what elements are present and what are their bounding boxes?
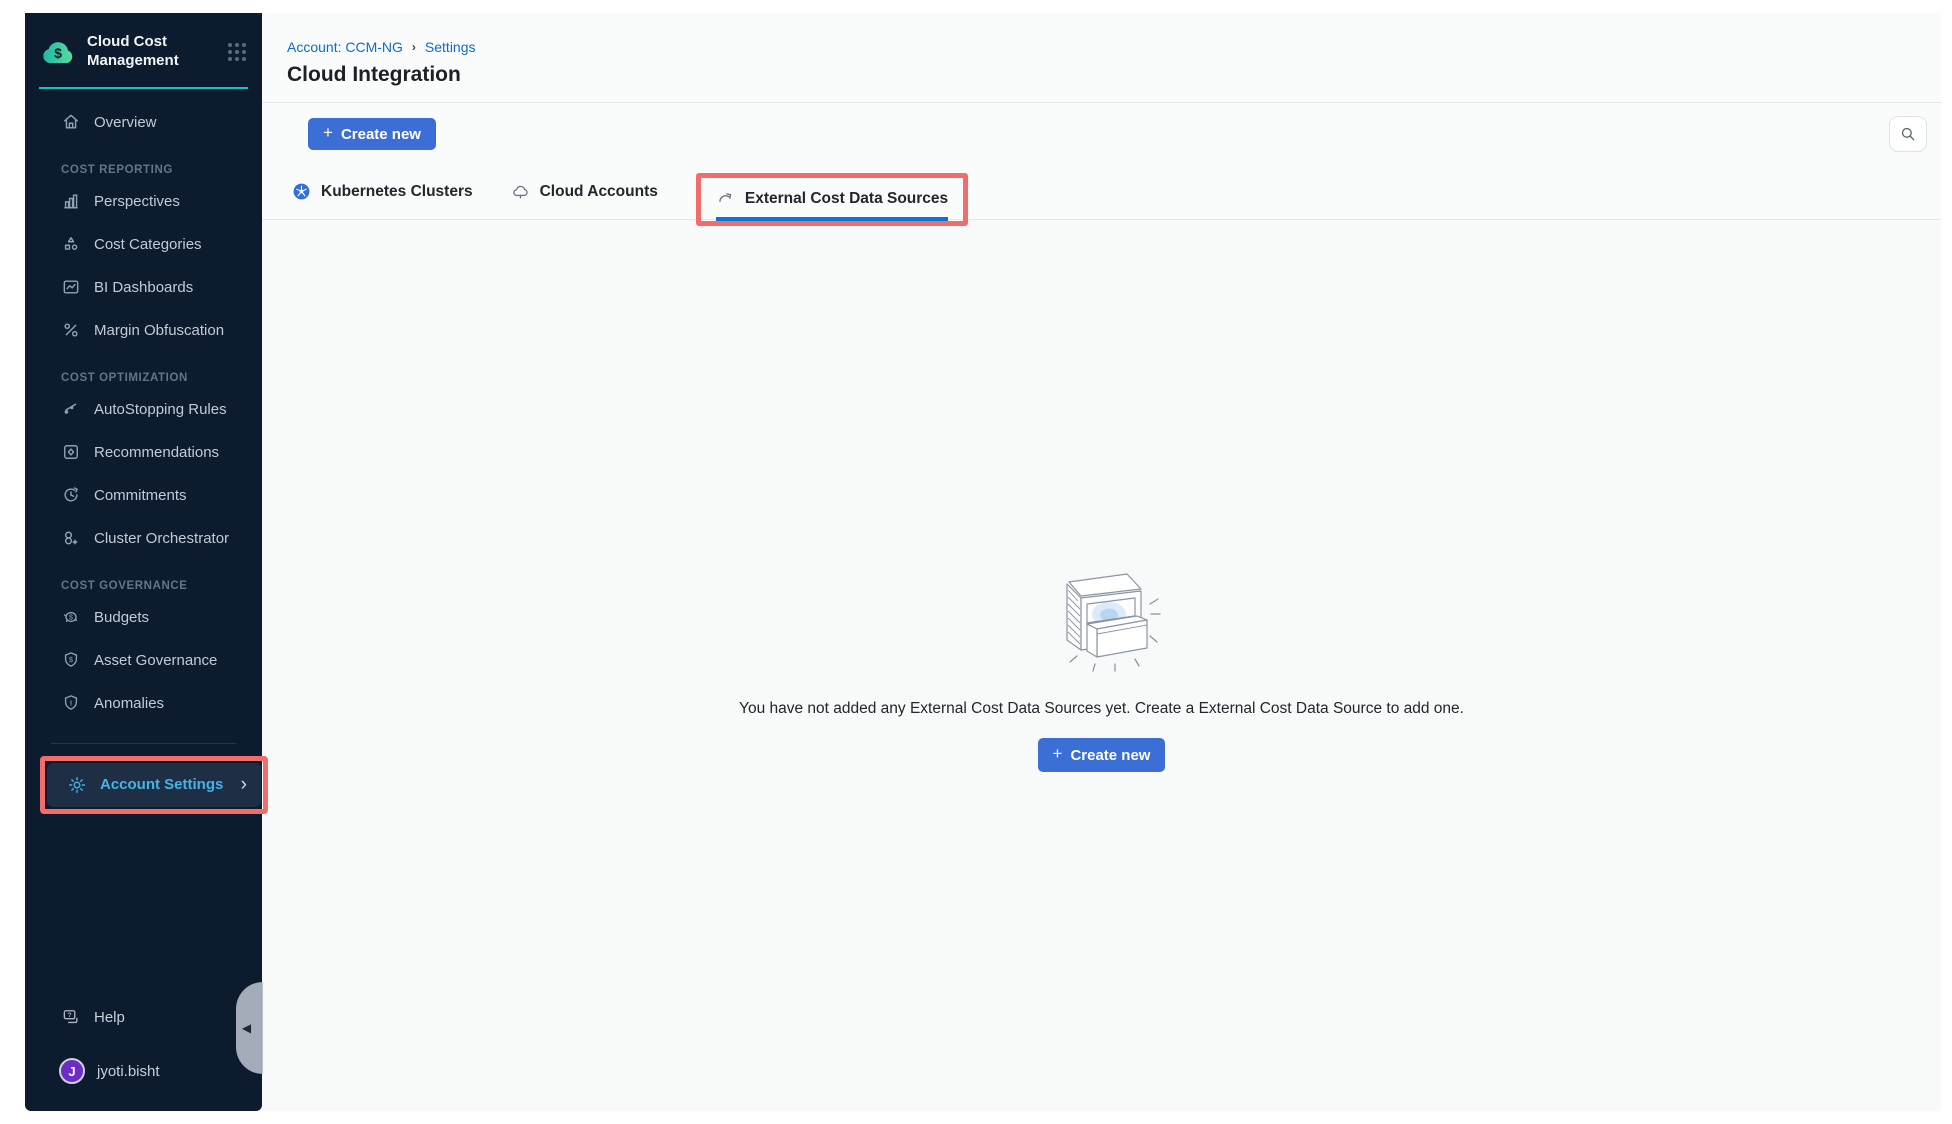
bar-chart-icon: [61, 191, 81, 211]
svg-text:$: $: [69, 614, 73, 622]
create-new-button-top[interactable]: + Create new: [308, 118, 436, 150]
sidebar-item-label: BI Dashboards: [94, 279, 193, 296]
help-button[interactable]: ? Help: [37, 997, 250, 1037]
sidebar-item-cost-categories[interactable]: Cost Categories: [37, 223, 250, 266]
tab-kubernetes-clusters[interactable]: Kubernetes Clusters: [292, 182, 473, 201]
recommendations-icon: [61, 442, 81, 462]
sidebar-item-label: Margin Obfuscation: [94, 322, 224, 339]
username: jyoti.bisht: [97, 1063, 160, 1080]
tabs-row: Kubernetes Clusters Cloud Accounts Exter…: [262, 164, 1941, 220]
sidebar-item-label: Overview: [94, 114, 157, 131]
help-label: Help: [94, 1009, 125, 1026]
help-chat-icon: ?: [61, 1007, 81, 1027]
sidebar: $ Cloud Cost Management Overview COST RE…: [25, 13, 262, 1111]
tab-label: Kubernetes Clusters: [321, 183, 473, 201]
sidebar-item-asset-governance[interactable]: $ Asset Governance: [37, 639, 250, 682]
avatar: J: [59, 1058, 85, 1084]
clock-refresh-icon: [61, 485, 81, 505]
tab-external-cost-data-sources[interactable]: External Cost Data Sources: [716, 189, 948, 221]
toolbar: + Create new: [262, 103, 1941, 164]
sidebar-item-budgets[interactable]: $ Budgets: [37, 596, 250, 639]
cluster-orchestrator-icon: [61, 528, 81, 548]
create-new-label: Create new: [1070, 747, 1150, 764]
create-new-button-empty-state[interactable]: + Create new: [1038, 738, 1166, 772]
sidebar-item-label: Perspectives: [94, 193, 180, 210]
shield-dollar-icon: $: [61, 650, 81, 670]
empty-state: You have not added any External Cost Dat…: [739, 552, 1464, 772]
shield-alert-icon: !: [61, 693, 81, 713]
sidebar-item-cluster-orchestrator[interactable]: Cluster Orchestrator: [37, 517, 250, 560]
plus-icon: +: [323, 123, 333, 143]
sidebar-item-label: Account Settings: [100, 776, 223, 793]
breadcrumb: Account: CCM-NG › Settings: [262, 13, 1941, 55]
tab-cloud-accounts[interactable]: Cloud Accounts: [511, 182, 658, 201]
apps-grid-icon[interactable]: [226, 41, 248, 63]
sidebar-item-bi-dashboards[interactable]: BI Dashboards: [37, 266, 250, 309]
sidebar-item-recommendations[interactable]: Recommendations: [37, 431, 250, 474]
sidebar-item-label: Recommendations: [94, 444, 219, 461]
chevron-right-icon: ›: [241, 774, 247, 796]
sidebar-item-label: Budgets: [94, 609, 149, 626]
sidebar-bottom: ? Help J jyoti.bisht: [25, 997, 262, 1111]
create-new-label: Create new: [341, 126, 421, 143]
svg-text:?: ?: [67, 1012, 71, 1019]
annotation-box-active-tab: External Cost Data Sources: [696, 173, 968, 226]
shapes-icon: [61, 234, 81, 254]
sidebar-item-anomalies[interactable]: ! Anomalies: [37, 682, 250, 725]
breadcrumb-account-link[interactable]: Account: CCM-NG: [287, 39, 403, 55]
sidebar-item-margin-obfuscation[interactable]: Margin Obfuscation: [37, 309, 250, 352]
dashboard-chart-icon: [61, 277, 81, 297]
sidebar-item-label: Asset Governance: [94, 652, 217, 669]
sidebar-collapse-handle[interactable]: ◀: [236, 982, 263, 1074]
empty-state-message: You have not added any External Cost Dat…: [739, 700, 1464, 718]
sidebar-item-overview[interactable]: Overview: [37, 101, 250, 144]
section-label-cost-reporting: COST REPORTING: [61, 164, 250, 176]
svg-text:!: !: [70, 698, 73, 707]
sidebar-divider: [51, 743, 236, 744]
home-icon: [61, 112, 81, 132]
sidebar-nav: Overview COST REPORTING Perspectives Cos…: [25, 89, 262, 814]
annotation-box-account-settings: Account Settings ›: [40, 756, 268, 814]
brand-header: $ Cloud Cost Management: [25, 13, 262, 71]
sidebar-item-label: Anomalies: [94, 695, 164, 712]
sidebar-item-autostopping-rules[interactable]: AutoStopping Rules: [37, 388, 250, 431]
search-button[interactable]: [1889, 116, 1927, 152]
section-label-cost-governance: COST GOVERNANCE: [61, 580, 250, 592]
main-panel: Account: CCM-NG › Settings Cloud Integra…: [262, 13, 1941, 1111]
tab-label: External Cost Data Sources: [745, 190, 948, 208]
gear-icon: [67, 775, 87, 795]
sidebar-item-label: AutoStopping Rules: [94, 401, 227, 418]
sidebar-item-commitments[interactable]: Commitments: [37, 474, 250, 517]
percent-icon: [61, 320, 81, 340]
svg-text:$: $: [69, 656, 73, 664]
sidebar-item-label: Cost Categories: [94, 236, 202, 253]
breadcrumb-settings-link[interactable]: Settings: [425, 39, 476, 55]
sidebar-item-perspectives[interactable]: Perspectives: [37, 180, 250, 223]
sidebar-item-label: Cluster Orchestrator: [94, 530, 229, 547]
kubernetes-icon: [292, 182, 311, 201]
empty-drawer-illustration: [1037, 552, 1165, 674]
piggy-bank-icon: $: [61, 607, 81, 627]
search-icon: [1899, 125, 1917, 143]
sidebar-item-account-settings[interactable]: Account Settings ›: [47, 763, 261, 807]
sidebar-item-label: Commitments: [94, 487, 187, 504]
cloud-cost-management-logo-icon: $: [41, 37, 75, 67]
page-title: Cloud Integration: [287, 63, 1941, 87]
svg-text:$: $: [54, 45, 62, 61]
cloud-icon: [511, 182, 530, 201]
tab-content: You have not added any External Cost Dat…: [262, 220, 1941, 1111]
breadcrumb-separator-icon: ›: [412, 40, 416, 54]
external-data-icon: [716, 189, 735, 208]
collapse-arrow-icon: ◀: [242, 1021, 251, 1035]
autostopping-icon: [61, 399, 81, 419]
section-label-cost-optimization: COST OPTIMIZATION: [61, 372, 250, 384]
plus-icon: +: [1053, 744, 1063, 764]
tab-label: Cloud Accounts: [540, 183, 658, 201]
app-window: $ Cloud Cost Management Overview COST RE…: [25, 13, 1941, 1111]
user-menu[interactable]: J jyoti.bisht: [37, 1051, 250, 1091]
brand-title: Cloud Cost Management: [87, 33, 197, 71]
